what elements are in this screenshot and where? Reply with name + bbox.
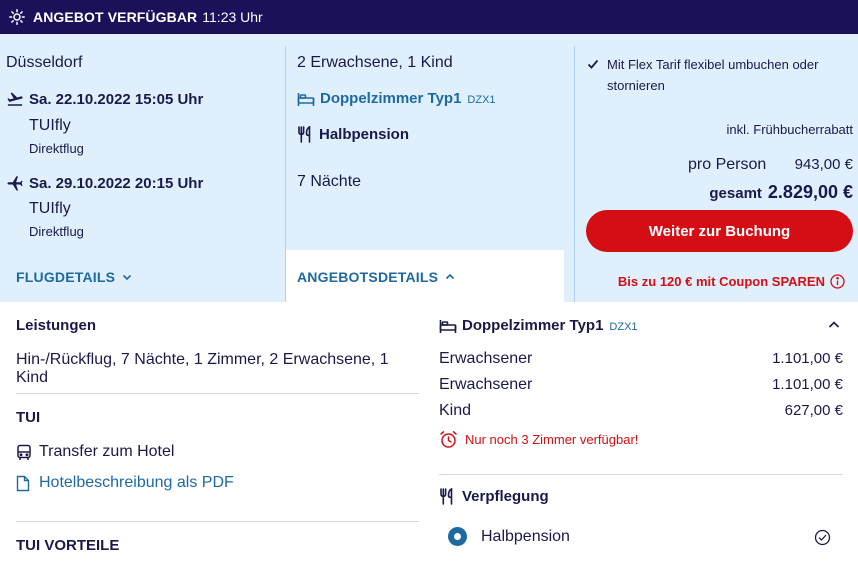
flight-details-toggle[interactable]: FLUGDETAILS bbox=[16, 269, 133, 285]
breakdown-room-name: Doppelzimmer Typ1 bbox=[462, 317, 604, 334]
bed-icon bbox=[297, 91, 315, 107]
check-circle-icon bbox=[814, 529, 831, 546]
services-pane: Leistungen Hin-/Rückflug, 7 Nächte, 1 Zi… bbox=[16, 302, 419, 565]
bus-icon bbox=[16, 444, 32, 461]
board-section-heading: Verpflegung bbox=[439, 488, 549, 505]
tui-advantages-heading: TUI VORTEILE bbox=[16, 537, 120, 554]
document-icon bbox=[16, 475, 32, 492]
chevron-up-icon bbox=[444, 271, 456, 283]
sun-icon bbox=[9, 9, 25, 25]
return-date-text: Sa. 29.10.2022 20:15 Uhr bbox=[29, 174, 204, 192]
price-line-label: Erwachsener bbox=[439, 350, 533, 367]
per-person-label: pro Person bbox=[688, 156, 767, 173]
hotel-pdf-text: Hotelbeschreibung als PDF bbox=[39, 474, 234, 491]
availability-alert: Nur noch 3 Zimmer verfügbar! bbox=[439, 430, 638, 449]
availability-text: Nur noch 3 Zimmer verfügbar! bbox=[465, 432, 639, 447]
transfer-item: Transfer zum Hotel bbox=[16, 443, 174, 461]
offer-column: 2 Erwachsene, 1 Kind Doppelzimmer Typ1 D… bbox=[286, 34, 574, 302]
outbound-date-text: Sa. 22.10.2022 15:05 Uhr bbox=[29, 90, 204, 108]
room-breakdown-pane: Doppelzimmer Typ1 DZX1 Erwachsener 1.101… bbox=[439, 302, 843, 565]
continue-booking-button[interactable]: Weiter zur Buchung bbox=[586, 210, 853, 252]
offer-details-tab[interactable]: ANGEBOTSDETAILS bbox=[286, 250, 564, 302]
alarm-clock-icon bbox=[439, 430, 458, 449]
breakdown-room-code: DZX1 bbox=[609, 321, 638, 333]
return-flight-date: Sa. 29.10.2022 20:15 Uhr bbox=[6, 174, 203, 192]
price-line: Kind 627,00 € bbox=[439, 402, 843, 420]
divider bbox=[16, 521, 419, 522]
divider bbox=[439, 474, 843, 475]
offer-details-toggle[interactable]: ANGEBOTSDETAILS bbox=[297, 269, 456, 285]
breakdown-room-type: Doppelzimmer Typ1 DZX1 bbox=[439, 317, 638, 334]
board-type: Halbpension bbox=[297, 126, 409, 143]
board-name: Halbpension bbox=[319, 126, 410, 143]
coupon-text: Bis zu 120 € mit Coupon SPAREN bbox=[617, 274, 825, 289]
transfer-text: Transfer zum Hotel bbox=[39, 443, 175, 460]
cutlery-icon bbox=[297, 126, 313, 143]
chevron-down-icon bbox=[121, 271, 133, 283]
services-heading: Leistungen bbox=[16, 317, 97, 334]
outbound-flight-type: Direktflug bbox=[29, 141, 84, 156]
offer-details-panel: Leistungen Hin-/Rückflug, 7 Nächte, 1 Zi… bbox=[6, 302, 858, 565]
offer-details-label: ANGEBOTSDETAILS bbox=[297, 269, 439, 285]
cutlery-icon bbox=[439, 488, 455, 505]
pricing-column: Mit Flex Tarif flexibel umbuchen oder st… bbox=[575, 34, 858, 302]
price-line: Erwachsener 1.101,00 € bbox=[439, 376, 843, 394]
flight-column: Düsseldorf Sa. 22.10.2022 15:05 Uhr TUIf… bbox=[0, 34, 285, 302]
price-line-amount: 627,00 € bbox=[784, 402, 843, 419]
flight-details-label: FLUGDETAILS bbox=[16, 269, 116, 285]
room-code: DZX1 bbox=[467, 94, 496, 106]
tui-heading: TUI bbox=[16, 409, 41, 426]
nights: 7 Nächte bbox=[297, 173, 362, 190]
offer-available-banner: ANGEBOT VERFÜGBAR 11:23 Uhr bbox=[0, 0, 858, 34]
travellers: 2 Erwachsene, 1 Kind bbox=[297, 54, 453, 71]
return-airline: TUIfly bbox=[29, 200, 71, 217]
return-flight-type: Direktflug bbox=[29, 224, 84, 239]
room-name: Doppelzimmer Typ1 bbox=[320, 90, 462, 107]
plane-departure-icon bbox=[6, 90, 24, 108]
room-type[interactable]: Doppelzimmer Typ1 DZX1 bbox=[297, 90, 496, 107]
price-line-label: Erwachsener bbox=[439, 376, 533, 393]
info-icon[interactable] bbox=[830, 274, 845, 289]
departure-city: Düsseldorf bbox=[6, 54, 83, 71]
chevron-up-icon[interactable] bbox=[827, 318, 841, 332]
offer-summary: Düsseldorf Sa. 22.10.2022 15:05 Uhr TUIf… bbox=[0, 34, 858, 302]
divider bbox=[16, 393, 419, 394]
price-line: Erwachsener 1.101,00 € bbox=[439, 350, 843, 368]
early-booking-discount: inkl. Frühbucherrabatt bbox=[726, 122, 853, 137]
price-line-amount: 1.101,00 € bbox=[772, 376, 843, 393]
bed-icon bbox=[439, 318, 457, 334]
radio-selected-icon[interactable] bbox=[448, 527, 467, 546]
price-line-amount: 1.101,00 € bbox=[772, 350, 843, 367]
services-text: Hin-/Rückflug, 7 Nächte, 1 Zimmer, 2 Erw… bbox=[16, 351, 389, 386]
flex-tariff-text: Mit Flex Tarif flexibel umbuchen oder st… bbox=[607, 57, 819, 93]
price-line-label: Kind bbox=[439, 402, 472, 419]
total-value: 2.829,00 € bbox=[767, 182, 853, 202]
banner-label: ANGEBOT VERFÜGBAR bbox=[33, 9, 198, 25]
total-label: gesamt bbox=[709, 185, 762, 202]
plane-arrival-icon bbox=[6, 174, 24, 192]
per-person-price: 943,00 € bbox=[794, 156, 853, 173]
flex-tariff-note: Mit Flex Tarif flexibel umbuchen oder st… bbox=[587, 54, 847, 96]
check-icon bbox=[587, 54, 601, 96]
hotel-pdf-link[interactable]: Hotelbeschreibung als PDF bbox=[16, 474, 234, 492]
board-heading-text: Verpflegung bbox=[462, 488, 549, 505]
total-price: gesamt 2.829,00 € bbox=[709, 182, 853, 203]
outbound-flight-date: Sa. 22.10.2022 15:05 Uhr bbox=[6, 90, 203, 108]
coupon-link[interactable]: Bis zu 120 € mit Coupon SPAREN bbox=[618, 274, 845, 289]
board-option-label: Halbpension bbox=[481, 527, 570, 545]
board-option[interactable]: Halbpension bbox=[448, 527, 570, 546]
banner-time: 11:23 Uhr bbox=[202, 9, 263, 25]
outbound-airline: TUIfly bbox=[29, 117, 71, 134]
